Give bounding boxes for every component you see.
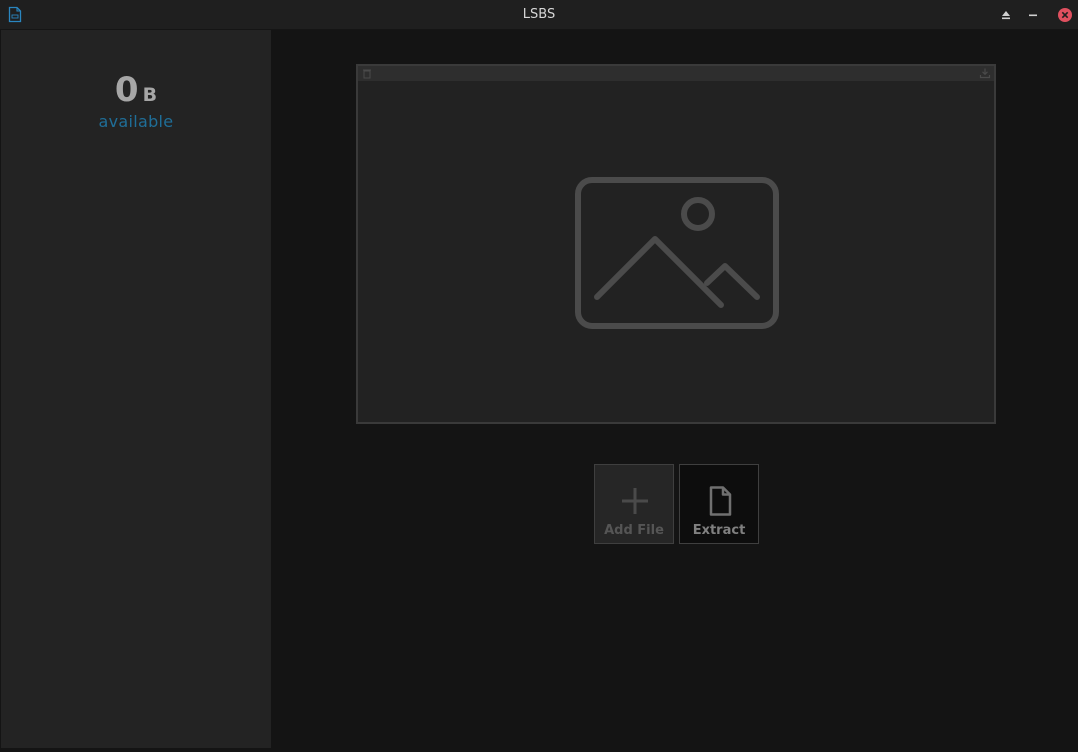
capacity-readout: 0B [1,70,271,110]
capacity-label: available [98,112,174,131]
download-icon[interactable] [979,67,991,79]
image-drop-area[interactable] [356,64,996,424]
close-icon[interactable] [1057,7,1073,23]
title-bar: LSBS [0,0,1078,30]
image-toolbar [358,66,994,81]
sidebar: 0B available [1,30,271,748]
eject-icon[interactable] [998,7,1014,23]
trash-icon[interactable] [362,68,372,79]
add-file-label: Add File [604,523,664,538]
image-placeholder-icon [575,177,779,329]
extract-button[interactable]: Extract [679,464,759,544]
minimize-icon[interactable] [1025,7,1041,23]
add-file-button[interactable]: Add File [594,464,674,544]
plus-icon [622,488,648,514]
extract-label: Extract [692,523,746,538]
capacity-value: 0 [114,70,139,110]
window-title: LSBS [522,7,556,22]
file-icon [709,486,732,516]
capacity-unit: B [142,84,158,106]
